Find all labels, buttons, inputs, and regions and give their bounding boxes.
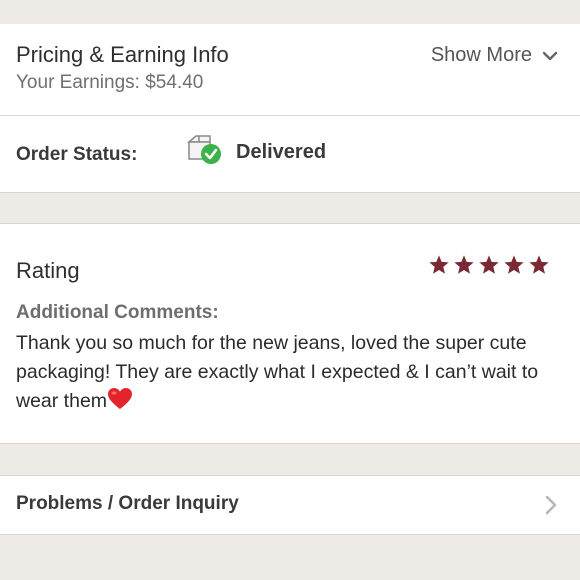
order-status-section: Order Status: Delivered xyxy=(0,116,580,192)
divider xyxy=(0,192,580,193)
star-icon xyxy=(529,255,549,274)
problems-order-inquiry-row[interactable]: Problems / Order Inquiry xyxy=(0,476,580,534)
order-status-label: Order Status: xyxy=(16,144,138,165)
chevron-down-icon xyxy=(542,51,558,60)
show-more-button[interactable]: Show More xyxy=(431,44,558,67)
comment-text: Thank you so much for the new jeans, lov… xyxy=(16,332,539,412)
star-icon xyxy=(504,255,524,274)
delivered-box-icon xyxy=(186,135,221,164)
additional-comments-label: Additional Comments: xyxy=(16,302,219,323)
star-rating xyxy=(428,254,550,276)
pricing-title: Pricing & Earning Info xyxy=(16,42,229,67)
earnings-text: Your Earnings: $54.40 xyxy=(16,72,204,93)
divider xyxy=(0,534,580,535)
comment-body: Thank you so much for the new jeans, lov… xyxy=(16,329,556,416)
rating-title: Rating xyxy=(16,258,80,283)
star-icon xyxy=(429,255,449,274)
divider xyxy=(0,443,580,444)
rating-section: Rating Additional Comments: Thank you so… xyxy=(0,224,580,443)
heart-emoji-icon xyxy=(108,388,133,409)
show-more-label: Show More xyxy=(430,44,532,66)
problems-order-inquiry-label: Problems / Order Inquiry xyxy=(16,493,239,514)
chevron-right-icon xyxy=(545,495,557,515)
star-icon xyxy=(479,255,499,274)
pricing-section: Pricing & Earning Info Your Earnings: $5… xyxy=(0,24,580,115)
order-status-value: Delivered xyxy=(236,141,327,163)
star-icon xyxy=(454,255,474,274)
